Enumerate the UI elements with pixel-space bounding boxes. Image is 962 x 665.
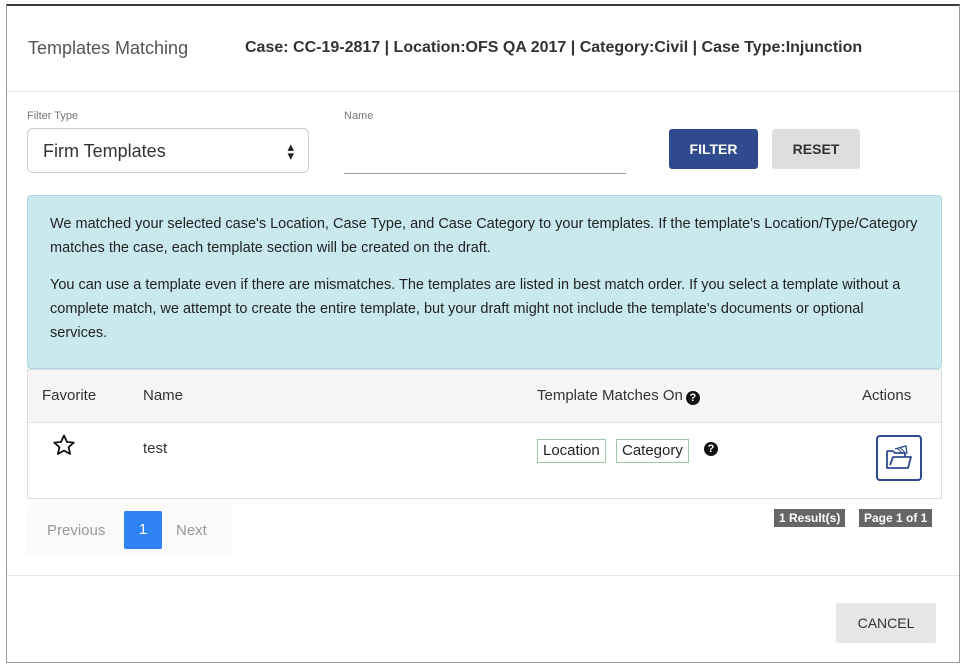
footer-divider bbox=[7, 575, 959, 576]
templates-modal: Templates Matching Case: CC-19-2817 | Lo… bbox=[6, 4, 960, 663]
match-tag-category: Category bbox=[616, 439, 689, 463]
column-actions: Actions bbox=[862, 387, 912, 404]
page-1-button[interactable]: 1 bbox=[124, 511, 162, 549]
table-header: Favorite Name Template Matches On? Actio… bbox=[28, 370, 941, 423]
pagination: Previous 1 Next bbox=[27, 505, 232, 555]
template-name: test bbox=[143, 440, 168, 457]
match-help-icon[interactable]: ? bbox=[704, 442, 718, 456]
info-paragraph-2: You can use a template even if there are… bbox=[50, 277, 901, 341]
column-name: Name bbox=[143, 387, 184, 404]
open-template-button[interactable] bbox=[876, 435, 922, 481]
filter-type-select[interactable]: Firm Templates ▴ ▾ bbox=[27, 128, 309, 173]
help-icon[interactable]: ? bbox=[685, 391, 700, 405]
modal-header: Templates Matching Case: CC-19-2817 | Lo… bbox=[7, 6, 959, 92]
case-info: Case: CC-19-2817 | Location:OFS QA 2017 … bbox=[245, 39, 863, 56]
cancel-button[interactable]: CANCEL bbox=[836, 603, 936, 643]
select-arrows-icon: ▴ ▾ bbox=[287, 139, 294, 163]
column-matches: Template Matches On? bbox=[537, 387, 700, 405]
modal-title: Templates Matching bbox=[28, 38, 189, 58]
next-page-button[interactable]: Next bbox=[176, 522, 207, 539]
filter-button[interactable]: FILTER bbox=[669, 129, 758, 169]
filter-type-label: Filter Type bbox=[27, 110, 79, 122]
match-tag-location: Location bbox=[537, 439, 606, 463]
results-count-badge: 1 Result(s) bbox=[774, 509, 846, 527]
info-paragraph-1: We matched your selected case's Location… bbox=[50, 216, 918, 256]
column-matches-label: Template Matches On bbox=[537, 387, 683, 404]
reset-button[interactable]: RESET bbox=[772, 129, 860, 169]
column-favorite: Favorite bbox=[42, 387, 97, 404]
table-row: test Location Category ? bbox=[28, 423, 941, 499]
open-folder-icon bbox=[886, 445, 912, 469]
previous-page-button[interactable]: Previous bbox=[47, 522, 105, 539]
templates-table: Favorite Name Template Matches On? Actio… bbox=[27, 369, 942, 499]
favorite-star-icon[interactable] bbox=[52, 433, 76, 457]
filter-type-value: Firm Templates bbox=[43, 141, 166, 161]
match-info-alert: We matched your selected case's Location… bbox=[27, 195, 942, 369]
page-indicator-badge: Page 1 of 1 bbox=[859, 509, 933, 527]
name-input[interactable] bbox=[344, 134, 626, 174]
name-label: Name bbox=[344, 110, 374, 122]
